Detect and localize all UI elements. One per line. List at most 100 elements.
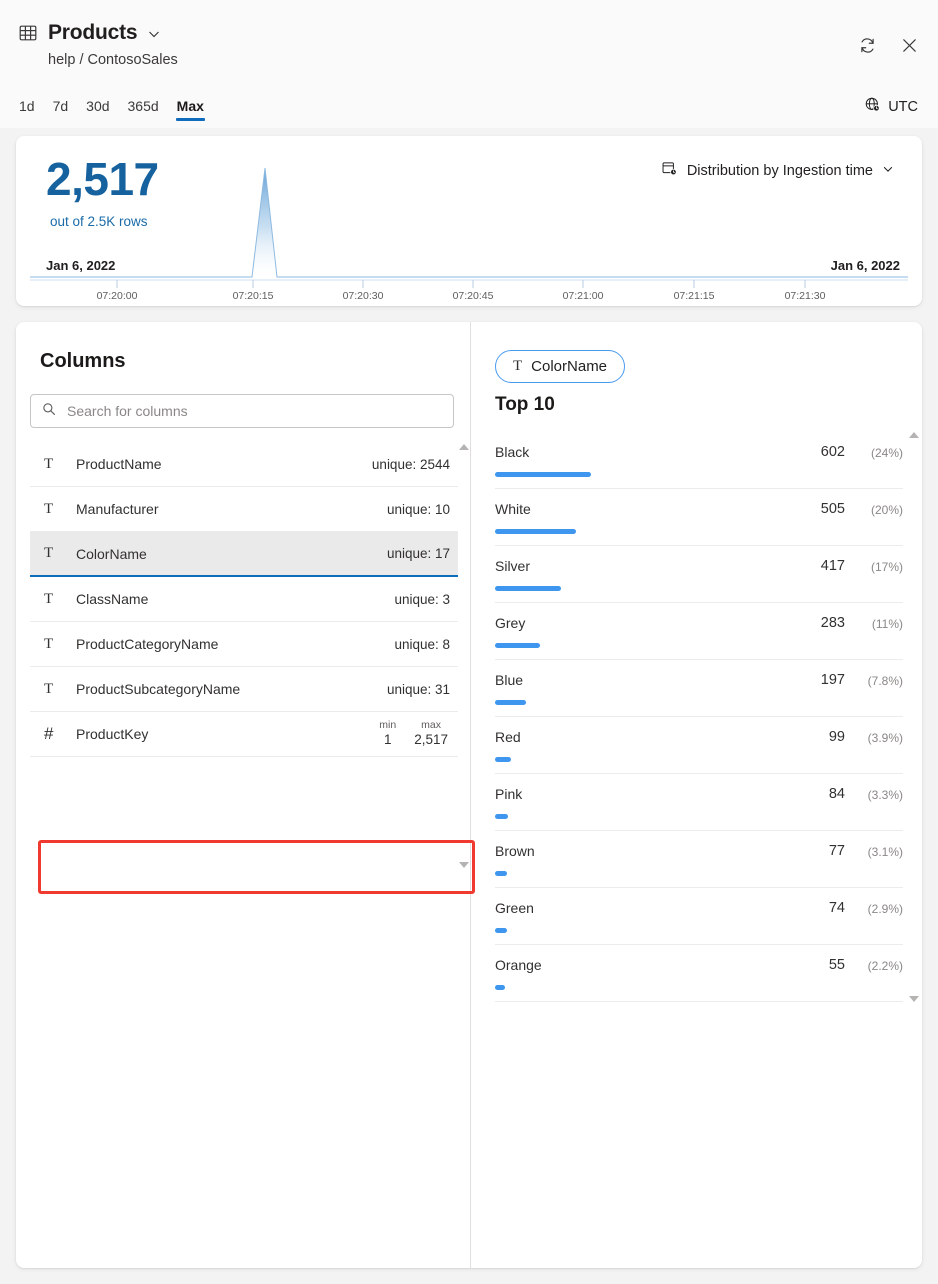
close-button[interactable] bbox=[896, 32, 922, 58]
column-name: ClassName bbox=[76, 591, 394, 607]
value-count: 77 bbox=[829, 843, 845, 859]
column-row[interactable]: T ProductCategoryNameunique: 8 bbox=[30, 622, 458, 667]
columns-scrollbar[interactable] bbox=[458, 444, 470, 868]
value-count: 84 bbox=[829, 786, 845, 802]
scroll-up-arrow-icon[interactable] bbox=[459, 444, 469, 450]
column-row[interactable]: #ProductKeymin1max2,517 bbox=[30, 712, 458, 757]
search-columns-box[interactable] bbox=[30, 394, 454, 428]
top-values-heading: Top 10 bbox=[495, 394, 555, 416]
string-type-icon: T bbox=[44, 456, 64, 473]
value-bar bbox=[495, 871, 507, 876]
column-row[interactable]: TClassNameunique: 3 bbox=[30, 577, 458, 622]
value-count: 55 bbox=[829, 957, 845, 973]
axis-tick-label: 07:20:30 bbox=[343, 290, 384, 302]
column-unique-count: unique: 17 bbox=[387, 546, 450, 561]
distribution-selector[interactable]: Distribution by Ingestion time bbox=[661, 160, 894, 181]
value-percent: (20%) bbox=[851, 503, 903, 517]
column-row[interactable]: T Manufacturerunique: 10 bbox=[30, 487, 458, 532]
table-grid-icon bbox=[18, 23, 38, 43]
page-title: Products bbox=[48, 22, 137, 43]
column-minmax: min1max2,517 bbox=[379, 719, 450, 749]
value-row[interactable]: Blue197(7.8%) bbox=[495, 660, 903, 717]
value-row[interactable]: Pink84(3.3%) bbox=[495, 774, 903, 831]
value-label: Blue bbox=[495, 672, 523, 688]
value-row[interactable]: Brown 77 (3.1%) bbox=[495, 831, 903, 888]
search-input[interactable] bbox=[65, 402, 442, 420]
value-percent: (17%) bbox=[851, 560, 903, 574]
range-7d[interactable]: 7d bbox=[52, 96, 70, 121]
string-type-icon: T bbox=[44, 545, 64, 562]
values-scrollbar[interactable] bbox=[908, 432, 920, 1002]
value-percent: (2.9%) bbox=[851, 902, 903, 916]
value-label: Black bbox=[495, 444, 529, 460]
column-row[interactable]: TProductSubcategoryNameunique: 31 bbox=[30, 667, 458, 712]
value-bar bbox=[495, 472, 591, 477]
globe-clock-icon bbox=[864, 96, 881, 117]
range-end-date: Jan 6, 2022 bbox=[831, 258, 900, 273]
value-row[interactable]: Orange 55 (2.2%) bbox=[495, 945, 903, 1002]
scroll-down-arrow-icon[interactable] bbox=[459, 862, 469, 868]
value-percent: (3.1%) bbox=[851, 845, 903, 859]
value-label: Orange bbox=[495, 957, 542, 973]
range-30d[interactable]: 30d bbox=[85, 96, 110, 121]
value-count: 74 bbox=[829, 900, 845, 916]
axis-tick-label: 07:21:00 bbox=[563, 290, 604, 302]
chevron-down-icon bbox=[882, 163, 894, 179]
column-unique-count: unique: 31 bbox=[387, 682, 450, 697]
column-name: Manufacturer bbox=[76, 501, 387, 517]
scroll-up-arrow-icon[interactable] bbox=[909, 432, 919, 438]
value-row[interactable]: Red99(3.9%) bbox=[495, 717, 903, 774]
value-label: White bbox=[495, 501, 531, 517]
search-icon bbox=[42, 402, 56, 421]
column-min-label: min bbox=[379, 719, 396, 732]
calendar-clock-icon bbox=[661, 160, 678, 181]
column-unique-count: unique: 8 bbox=[394, 637, 450, 652]
column-min-value: 1 bbox=[379, 732, 396, 749]
column-unique-count: unique: 3 bbox=[394, 592, 450, 607]
column-name: ProductKey bbox=[76, 726, 379, 742]
selected-column-chip[interactable]: T ColorName bbox=[495, 350, 625, 383]
chip-label: ColorName bbox=[531, 358, 607, 375]
timezone-selector[interactable]: UTC bbox=[864, 96, 918, 117]
value-bar bbox=[495, 985, 505, 990]
chevron-down-icon[interactable] bbox=[147, 24, 161, 41]
value-bar bbox=[495, 814, 508, 819]
value-bar bbox=[495, 757, 511, 762]
value-count: 505 bbox=[821, 501, 845, 517]
distribution-label: Distribution by Ingestion time bbox=[687, 163, 873, 179]
values-side: T ColorName Top 10 Black602(24%)White505… bbox=[470, 322, 922, 1268]
column-row[interactable]: T ProductNameunique: 2544 bbox=[30, 442, 458, 487]
value-row[interactable]: Green74(2.9%) bbox=[495, 888, 903, 945]
top-values-list: Black602(24%)White505(20%)Silver417(17%)… bbox=[495, 432, 903, 1002]
column-name: ProductCategoryName bbox=[76, 636, 394, 652]
axis-tick-label: 07:20:45 bbox=[453, 290, 494, 302]
range-365d[interactable]: 365d bbox=[127, 96, 160, 121]
value-count: 283 bbox=[821, 615, 845, 631]
string-type-icon: T bbox=[44, 681, 64, 698]
value-label: Silver bbox=[495, 558, 530, 574]
refresh-button[interactable] bbox=[854, 32, 880, 58]
value-label: Brown bbox=[495, 843, 535, 859]
range-1d[interactable]: 1d bbox=[18, 96, 36, 121]
range-start-date: Jan 6, 2022 bbox=[46, 258, 115, 273]
value-row[interactable]: Black602(24%) bbox=[495, 432, 903, 489]
column-name: ProductName bbox=[76, 456, 372, 472]
column-row-selected[interactable]: TColorNameunique: 17 bbox=[30, 532, 458, 577]
value-row[interactable]: Grey283(11%) bbox=[495, 603, 903, 660]
value-row[interactable]: White 505 (20%) bbox=[495, 489, 903, 546]
scroll-down-arrow-icon[interactable] bbox=[909, 996, 919, 1002]
columns-list: TProductNameunique: 2544TManufactureruni… bbox=[30, 442, 458, 870]
string-type-icon: T bbox=[44, 636, 64, 653]
time-axis: 07:20:00 07:20:15 07:20:30 07:20:45 07:2… bbox=[16, 279, 922, 306]
column-unique-count: unique: 10 bbox=[387, 502, 450, 517]
string-type-icon: T bbox=[44, 501, 64, 518]
value-percent: (2.2%) bbox=[851, 959, 903, 973]
column-unique-count: unique: 2544 bbox=[372, 457, 450, 472]
value-row[interactable]: Silver 417 (17%) bbox=[495, 546, 903, 603]
range-max[interactable]: Max bbox=[176, 96, 205, 121]
value-label: Pink bbox=[495, 786, 522, 802]
value-bar bbox=[495, 529, 576, 534]
value-bar bbox=[495, 586, 561, 591]
value-count: 417 bbox=[821, 558, 845, 574]
value-count: 602 bbox=[821, 444, 845, 460]
